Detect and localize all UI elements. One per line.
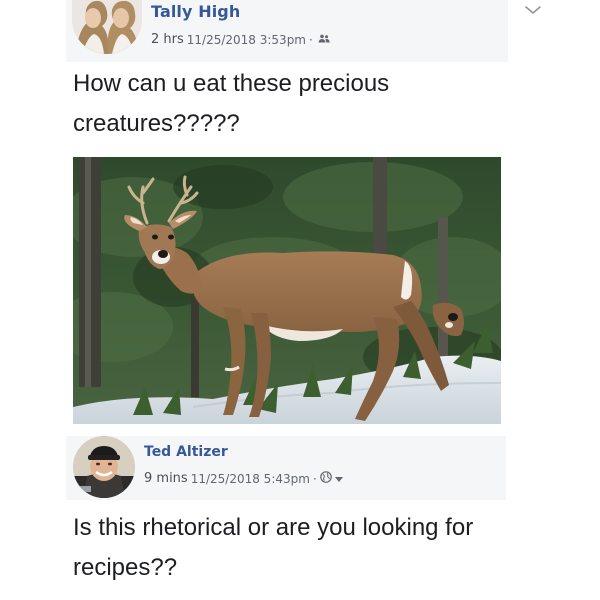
avatar-photo: [73, 436, 135, 498]
comment-timestamp[interactable]: 11/25/2018 5:43pm: [191, 472, 310, 486]
globe-icon[interactable]: [319, 471, 332, 486]
avatar[interactable]: [73, 436, 135, 498]
post-relative-time[interactable]: 2 hrs: [151, 32, 184, 47]
meta-separator: ·: [312, 471, 317, 486]
comment-meta: 9 mins 11/25/2018 5:43pm ·: [144, 471, 343, 486]
meta-separator: ·: [309, 32, 313, 47]
post-photo[interactable]: [73, 157, 501, 424]
deer-photo: [73, 157, 501, 424]
post-timestamp[interactable]: 11/25/2018 3:53pm: [187, 33, 306, 47]
friends-icon[interactable]: [318, 33, 330, 47]
chevron-down-icon[interactable]: [524, 4, 542, 16]
comment-text: Is this rhetorical or are you looking fo…: [73, 514, 474, 581]
audience-dropdown-caret-icon[interactable]: [334, 472, 343, 486]
post-text: How can u eat these precious creatures??…: [73, 70, 390, 137]
comment-relative-time[interactable]: 9 mins: [144, 471, 188, 486]
post-meta: 2 hrs 11/25/2018 3:53pm ·: [151, 32, 330, 47]
post-author-name[interactable]: Tally High: [151, 2, 240, 21]
comment-author-name[interactable]: Ted Altizer: [144, 444, 228, 460]
